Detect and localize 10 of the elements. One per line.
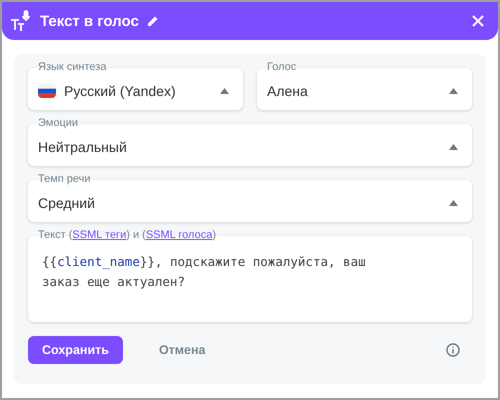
text-to-speech-icon bbox=[10, 10, 32, 32]
caret-icon bbox=[220, 88, 229, 94]
caret-icon bbox=[449, 88, 458, 94]
caret-icon bbox=[449, 144, 458, 150]
pencil-icon[interactable] bbox=[146, 15, 159, 27]
save-button[interactable]: Сохранить bbox=[28, 336, 123, 364]
close-icon[interactable] bbox=[472, 15, 484, 27]
caret-icon bbox=[449, 200, 458, 206]
info-icon[interactable] bbox=[446, 343, 460, 357]
dialog-title: Текст в голос bbox=[40, 12, 139, 30]
